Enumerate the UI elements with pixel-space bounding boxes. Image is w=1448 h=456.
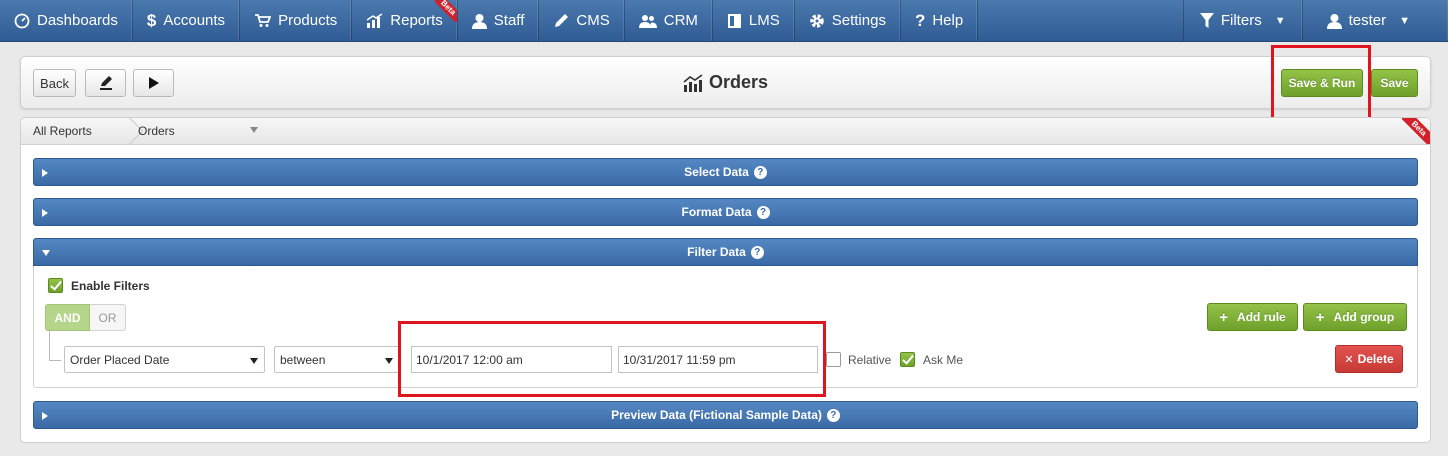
relative-checkbox[interactable] xyxy=(826,352,841,367)
nav-filters[interactable]: Filters ▼ xyxy=(1182,0,1302,41)
report-body: All Reports Orders Beta Select Data? For… xyxy=(20,117,1431,443)
help-icon[interactable]: ? xyxy=(756,205,770,219)
nav-label: Filters xyxy=(1220,12,1262,29)
date-to-input[interactable]: 10/31/2017 11:59 pm xyxy=(618,346,818,373)
filter-panel: Enable Filters AND OR + Add rule + Add gro… xyxy=(33,266,1418,388)
user-icon xyxy=(471,13,487,29)
caret-down-icon: ▼ xyxy=(1274,14,1286,27)
caret-down-icon xyxy=(385,358,393,364)
report-header: Back Orders Save & Run Save xyxy=(20,56,1431,109)
page-title-text: Orders xyxy=(708,72,769,92)
enable-filters-label: Enable Filters xyxy=(71,279,150,293)
add-group-button[interactable]: + Add group xyxy=(1303,303,1407,331)
chart-icon xyxy=(366,13,383,28)
nav-label: CMS xyxy=(576,12,610,29)
ask-me-checkbox[interactable] xyxy=(900,352,915,367)
section-title: Format Data xyxy=(681,205,752,219)
add-rule-label: Add rule xyxy=(1237,310,1286,324)
add-group-label: Add group xyxy=(1333,310,1395,324)
relative-label: Relative xyxy=(848,353,892,367)
nav-label: Help xyxy=(932,12,964,29)
help-icon[interactable]: ? xyxy=(750,245,764,259)
enable-filters-checkbox[interactable] xyxy=(48,278,63,293)
section-title: Select Data xyxy=(684,165,749,179)
field-select-value: Order Placed Date xyxy=(70,353,170,367)
date-from-input[interactable]: 10/1/2017 12:00 am xyxy=(411,346,612,373)
nav-label: Staff xyxy=(493,12,525,29)
breadcrumb-current[interactable]: Orders xyxy=(138,124,175,138)
chart-icon xyxy=(683,73,703,92)
or-toggle[interactable]: OR xyxy=(90,304,126,331)
top-navigation: Dashboards $ Accounts Products Reports B… xyxy=(0,0,1448,42)
nav-label: Settings xyxy=(831,12,886,29)
breadcrumb: All Reports Orders Beta xyxy=(21,118,1430,145)
help-icon[interactable]: ? xyxy=(753,165,767,179)
breadcrumb-separator xyxy=(100,118,144,144)
nav-staff[interactable]: Staff xyxy=(458,0,540,41)
help-icon[interactable]: ? xyxy=(826,408,840,422)
section-filter-data[interactable]: Filter Data? xyxy=(33,238,1418,266)
section-title: Preview Data (Fictional Sample Data) xyxy=(611,408,822,422)
caret-down-icon[interactable] xyxy=(250,127,258,133)
nav-label: Accounts xyxy=(163,12,226,29)
section-preview-data[interactable]: Preview Data (Fictional Sample Data)? xyxy=(33,401,1418,429)
section-select-data[interactable]: Select Data? xyxy=(33,158,1418,186)
beta-badge: Beta xyxy=(1402,118,1430,144)
nav-accounts[interactable]: $ Accounts xyxy=(133,0,241,41)
operator-select[interactable]: between xyxy=(274,346,400,373)
beta-badge: Beta xyxy=(434,0,457,22)
nav-cms[interactable]: CMS xyxy=(539,0,625,41)
save-and-run-button[interactable]: Save & Run xyxy=(1281,69,1363,97)
book-icon xyxy=(727,13,741,28)
nav-label: CRM xyxy=(663,12,698,29)
nav-crm[interactable]: CRM xyxy=(625,0,713,41)
breadcrumb-all-reports[interactable]: All Reports xyxy=(33,124,92,138)
nav-help[interactable]: ? Help xyxy=(901,0,979,41)
save-button[interactable]: Save xyxy=(1371,69,1418,97)
nav-user-menu[interactable]: tester ▼ xyxy=(1301,0,1448,41)
caret-down-icon xyxy=(250,358,258,364)
dollar-icon: $ xyxy=(146,10,157,30)
nav-dashboards[interactable]: Dashboards xyxy=(0,0,133,41)
nav-lms[interactable]: LMS xyxy=(713,0,795,41)
page-title: Orders xyxy=(21,72,1430,93)
nav-label: LMS xyxy=(748,12,780,29)
section-format-data[interactable]: Format Data? xyxy=(33,198,1418,226)
user-icon xyxy=(1326,13,1342,29)
dashboard-icon xyxy=(14,13,30,28)
nav-label: tester xyxy=(1348,12,1387,29)
delete-label: Delete xyxy=(1357,352,1394,366)
funnel-icon xyxy=(1199,13,1214,28)
and-toggle[interactable]: AND xyxy=(45,304,90,331)
nav-products[interactable]: Products xyxy=(240,0,353,41)
cart-icon xyxy=(255,14,272,27)
field-select[interactable]: Order Placed Date xyxy=(64,346,265,373)
plus-icon: + xyxy=(1219,308,1229,326)
ask-me-label: Ask Me xyxy=(923,353,964,367)
users-icon xyxy=(638,14,657,28)
caret-down-icon: ▼ xyxy=(1399,14,1410,27)
nav-label: Products xyxy=(278,12,338,29)
nav-settings[interactable]: Settings xyxy=(795,0,901,41)
question-icon: ? xyxy=(914,10,926,30)
close-icon: ✕ xyxy=(1344,353,1354,366)
add-rule-button[interactable]: + Add rule xyxy=(1207,303,1298,331)
rule-connector xyxy=(49,331,61,361)
pencil-icon xyxy=(555,13,569,27)
section-title: Filter Data xyxy=(687,245,746,259)
nav-label: Dashboards xyxy=(37,12,118,29)
gear-icon xyxy=(810,13,824,28)
plus-icon: + xyxy=(1315,308,1325,326)
nav-reports[interactable]: Reports Beta xyxy=(352,0,458,41)
operator-select-value: between xyxy=(280,353,326,367)
delete-rule-button[interactable]: ✕ Delete xyxy=(1335,345,1403,373)
